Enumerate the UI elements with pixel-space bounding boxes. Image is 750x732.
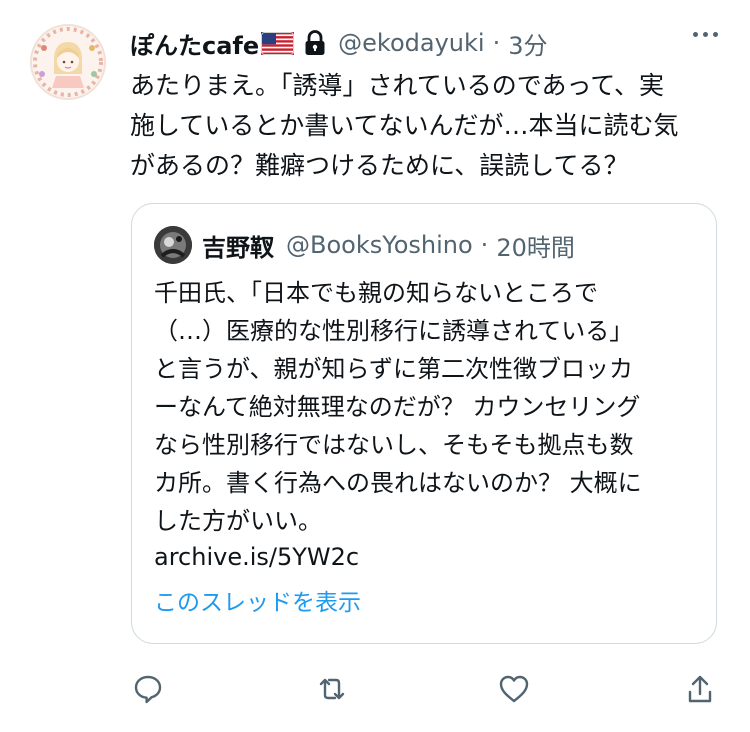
- quote-display-name[interactable]: 吉野靫: [202, 228, 274, 263]
- user-handle[interactable]: @ekodayuki: [338, 29, 484, 57]
- quote-time[interactable]: 20時間: [496, 228, 575, 263]
- separator-dot: ·: [492, 29, 501, 57]
- quote-avatar-image-icon: [154, 226, 192, 264]
- tweet-header: ぽんたcafe @ekodayuki · 3分: [130, 24, 547, 62]
- quote-text-line: 千田氏、「日本でも親の知らないところで: [154, 279, 598, 307]
- reply-icon: [134, 675, 162, 704]
- tweet-text: あたりまえ。「誘導」されているのであって、実 施しているとか書いてないんだが…本…: [130, 66, 730, 186]
- quote-text-line: と言うが、親が知らずに第二次性徴ブロッカ: [154, 355, 634, 383]
- reply-button[interactable]: [131, 672, 165, 706]
- us-flag-icon: [261, 31, 295, 55]
- display-name[interactable]: ぽんたcafe: [130, 26, 259, 61]
- quote-text-line: （…）医療的な性別移行に誘導されている」: [154, 317, 634, 345]
- show-thread-link[interactable]: このスレッドを表示: [154, 587, 361, 619]
- retweet-icon: [319, 678, 345, 700]
- quote-separator-dot: ·: [480, 231, 489, 259]
- quote-text-line: ーなんて絶対無理なのだが？ カウンセリング: [154, 393, 641, 421]
- more-options-icon[interactable]: [693, 32, 718, 37]
- avatar[interactable]: [30, 24, 106, 100]
- share-button[interactable]: [683, 672, 717, 706]
- quote-user-handle[interactable]: @BooksYoshino: [286, 231, 473, 259]
- quote-text-line: した方がいい。: [154, 507, 322, 535]
- quote-avatar[interactable]: [154, 226, 192, 264]
- quote-text-line: なら性別移行ではないし、そもそも拠点も数: [154, 431, 634, 459]
- tweet-text-line: があるの？難癖つけるために、誤読してる？: [130, 151, 629, 180]
- heart-icon: [499, 675, 529, 703]
- tweet-time[interactable]: 3分: [508, 26, 547, 61]
- avatar-illustration-icon: [32, 26, 104, 98]
- tweet-text-line: 施しているとか書いてないんだが…本当に読む気: [130, 111, 679, 140]
- lock-icon: [304, 30, 326, 56]
- retweet-button[interactable]: [315, 672, 349, 706]
- quote-tweet-card[interactable]: 吉野靫 @BooksYoshino · 20時間 千田氏、「日本でも親の知らない…: [131, 203, 717, 644]
- tweet-text-line: あたりまえ。「誘導」されているのであって、実: [130, 71, 665, 100]
- quote-link[interactable]: archive.is/5YW2c: [154, 541, 359, 573]
- quote-text: 千田氏、「日本でも親の知らないところで （…）医療的な性別移行に誘導されている」…: [154, 274, 699, 540]
- quote-text-line: カ所。書く行為への畏れはないのか？ 大概に: [154, 469, 642, 497]
- like-button[interactable]: [497, 672, 531, 706]
- quote-header: 吉野靫 @BooksYoshino · 20時間: [154, 226, 575, 264]
- share-icon: [688, 675, 712, 703]
